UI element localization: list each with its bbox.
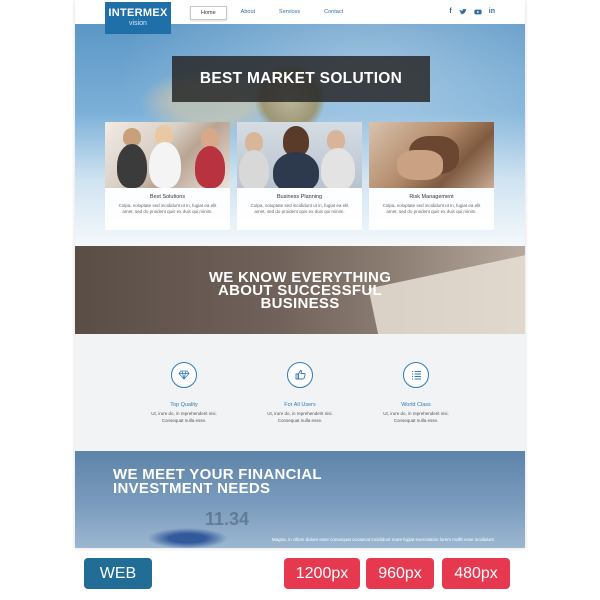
card-text: Culpa, voluptate sed incididunt ut in, f…: [250, 203, 349, 214]
banner-know-everything: WE KNOW EVERYTHING ABOUT SUCCESSFUL BUSI…: [75, 246, 525, 367]
hero-title: BEST MARKET SOLUTION: [172, 56, 430, 102]
size-badge-960: 960px: [366, 558, 434, 589]
feature-text: Ut, irure do, in reprehenderit nisi. Con…: [356, 410, 476, 424]
card-title: Risk Management: [409, 194, 454, 200]
card-text: Culpa, voluptate sed incididunt ut in, f…: [118, 203, 217, 214]
list-icon[interactable]: [403, 362, 429, 388]
feature-text: Ut, irure do, in reprehenderit nisi. Con…: [240, 410, 360, 424]
thumbs-up-icon[interactable]: [287, 362, 313, 388]
feature-line: Ut, irure do, in reprehenderit nisi.: [267, 411, 333, 416]
main-nav: Home About Services Contact: [190, 6, 353, 20]
card-text: Culpa, voluptate sed incididunt ut in, f…: [382, 203, 481, 214]
feature-line: Ut, irure do, in reprehenderit nisi.: [151, 411, 217, 416]
feature-item: Top Quality Ut, irure do, in reprehender…: [124, 362, 244, 424]
feature-line: Consequat nulla esse.: [161, 418, 207, 423]
size-badge-1200: 1200px: [284, 558, 360, 589]
investment-title: WE MEET YOUR FINANCIAL INVESTMENT NEEDS: [113, 467, 322, 497]
nav-about[interactable]: About: [231, 6, 265, 20]
nav-services[interactable]: Services: [269, 6, 310, 20]
service-card[interactable]: Business Planning Culpa, voluptate sed i…: [237, 122, 362, 230]
feature-line: Ut, irure do, in reprehenderit nisi.: [383, 411, 449, 416]
service-cards: Best Solutions Culpa, voluptate sed inci…: [105, 122, 495, 230]
hero-section: BEST MARKET SOLUTION Best Solutions Culp…: [75, 24, 525, 246]
card-title: Business Planning: [276, 194, 323, 200]
site-logo[interactable]: INTERMEX vision: [105, 2, 171, 34]
facebook-icon[interactable]: f: [449, 8, 451, 19]
logo-tagline: vision: [129, 20, 147, 27]
size-badge-480: 480px: [442, 558, 510, 589]
banner-investment: 11.34 WE MEET YOUR FINANCIAL INVESTMENT …: [75, 451, 525, 548]
card-title: Best Solutions: [149, 194, 186, 200]
banner-title: WE KNOW EVERYTHING ABOUT SUCCESSFUL BUSI…: [75, 270, 525, 312]
social-links: f in: [449, 8, 495, 19]
feature-title: World Class: [401, 402, 431, 408]
logo-name: INTERMEX: [108, 7, 168, 19]
handshake-photo: [369, 122, 494, 188]
diamond-icon[interactable]: [171, 362, 197, 388]
web-badge: WEB: [84, 558, 152, 589]
investment-text: Magna, in cillum dolore esse consequat o…: [271, 537, 495, 542]
service-card[interactable]: Risk Management Culpa, voluptate sed inc…: [369, 122, 494, 230]
businessman-photo: [237, 122, 362, 188]
feature-item: World Class Ut, irure do, in reprehender…: [356, 362, 476, 424]
financial-chart-background: 11.34: [205, 509, 250, 529]
features-section: Top Quality Ut, irure do, in reprehender…: [75, 334, 525, 451]
youtube-icon[interactable]: [474, 8, 482, 19]
nav-contact[interactable]: Contact: [314, 6, 353, 20]
team-meeting-photo: [105, 122, 230, 188]
site-header: INTERMEX vision Home About Services Cont…: [75, 0, 525, 34]
nav-home[interactable]: Home: [190, 6, 227, 20]
feature-item: For All Users Ut, irure do, in reprehend…: [240, 362, 360, 424]
feature-line: Consequat nulla esse.: [277, 418, 323, 423]
banner-line: BUSINESS: [260, 295, 340, 312]
feature-title: For All Users: [284, 402, 316, 408]
feature-title: Top Quality: [170, 402, 198, 408]
website-preview: INTERMEX vision Home About Services Cont…: [75, 0, 525, 548]
feature-text: Ut, irure do, in reprehenderit nisi. Con…: [124, 410, 244, 424]
investment-line: INVESTMENT NEEDS: [113, 480, 271, 497]
twitter-icon[interactable]: [459, 8, 467, 19]
feature-line: Consequat nulla esse.: [393, 418, 439, 423]
linkedin-icon[interactable]: in: [489, 8, 495, 19]
service-card[interactable]: Best Solutions Culpa, voluptate sed inci…: [105, 122, 230, 230]
